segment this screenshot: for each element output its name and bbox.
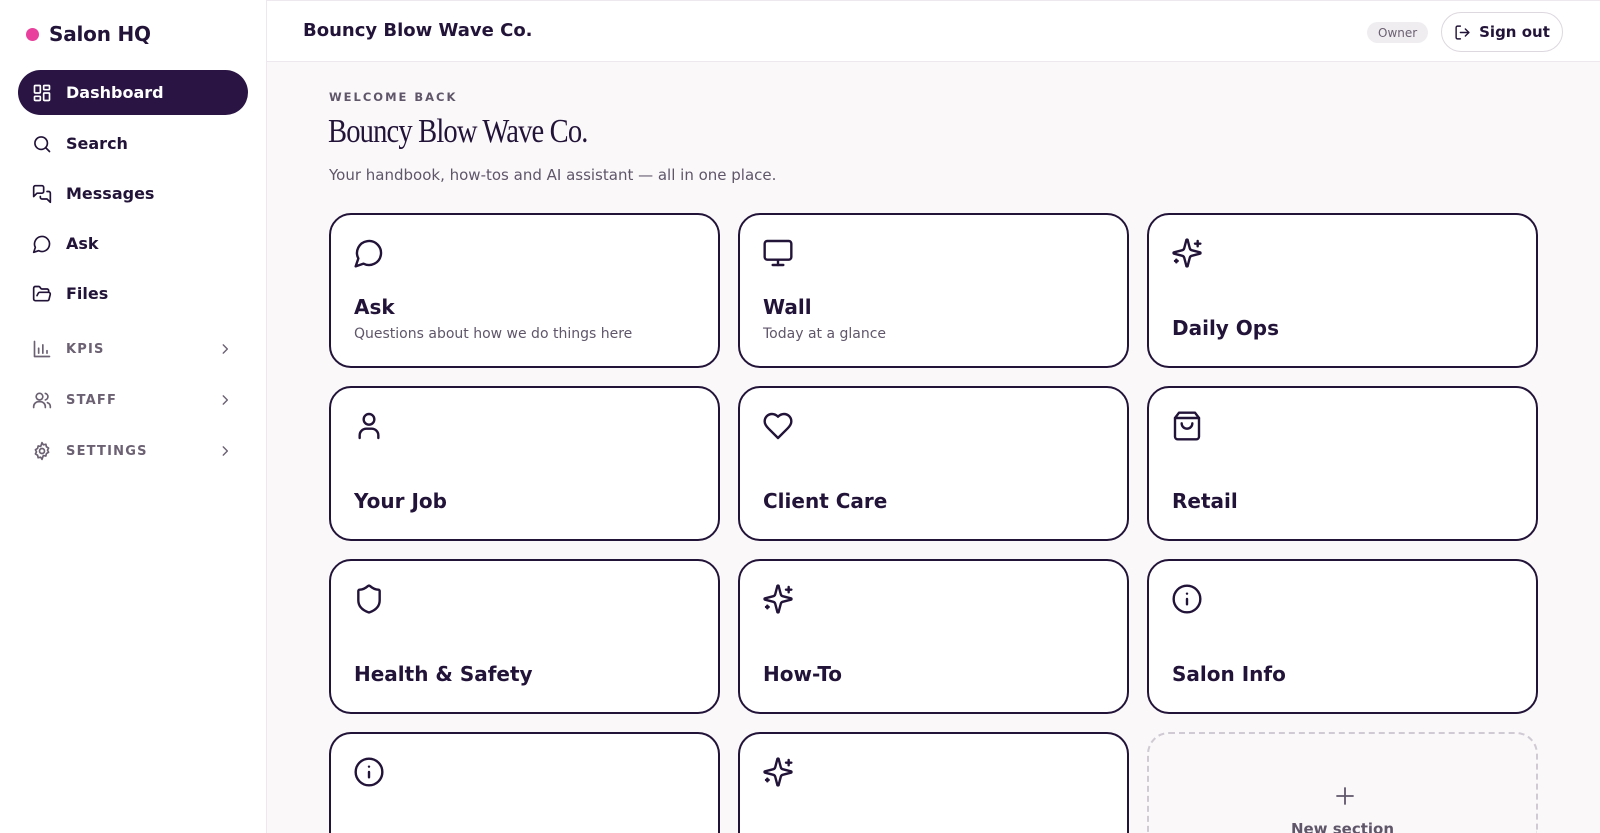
card-title: Health & Safety [354,662,533,686]
sign-out-button[interactable]: Sign out [1441,12,1563,52]
sidebar-item-files[interactable]: Files [18,271,248,316]
sign-out-label: Sign out [1479,23,1550,41]
chat-bubble-icon [354,239,383,268]
info-icon [354,757,384,787]
chevron-right-icon [222,395,229,405]
folder-open-icon [32,285,52,301]
card-info[interactable] [329,732,720,833]
sidebar-item-search[interactable]: Search [18,121,248,166]
page-subtitle: Your handbook, how-tos and AI assistant … [329,166,777,184]
card-subtitle: Questions about how we do things here [354,326,633,342]
new-section-label: New section [1290,820,1395,833]
bar-chart-icon [33,340,51,358]
new-section-button[interactable]: New section [1147,732,1538,833]
user-icon [358,412,380,440]
chat-bubble-icon [32,235,51,253]
sidebar-item-label: Messages [66,184,155,203]
info-icon [1172,584,1202,614]
card-your-job[interactable]: Your Job [329,386,720,541]
heart-icon [763,412,793,440]
sign-out-icon [1455,24,1470,40]
card-sparkles[interactable] [738,732,1129,833]
sparkles-icon [1172,238,1202,268]
card-salon-info[interactable]: Salon Info [1147,559,1538,714]
card-daily-ops[interactable]: Daily Ops [1147,213,1538,368]
card-subtitle: Today at a glance [763,326,887,342]
sparkles-icon [763,757,793,787]
card-how-to[interactable]: How-To [738,559,1129,714]
brand-dot-icon [26,27,39,41]
plus-icon [1336,787,1354,805]
monitor-icon [763,239,793,267]
card-retail[interactable]: Retail [1147,386,1538,541]
card-client-care[interactable]: Client Care [738,386,1129,541]
users-icon [32,392,52,409]
shield-icon [357,584,381,614]
role-badge: Owner [1367,22,1429,43]
sidebar-group-label: STAFF [66,392,118,408]
card-title: How-To [763,662,843,686]
dashboard-grid-icon [33,84,51,101]
sidebar-group-label: SETTINGS [66,443,148,459]
brand[interactable]: Salon HQ [26,22,151,46]
sidebar-group-kpis[interactable]: KPIS [18,329,248,369]
card-health-safety[interactable]: Health & Safety [329,559,720,714]
sidebar-item-messages[interactable]: Messages [18,171,248,216]
sparkles-icon [763,584,793,614]
brand-name: Salon HQ [49,22,151,46]
card-ask[interactable]: Ask Questions about how we do things her… [329,213,720,368]
sidebar-item-ask[interactable]: Ask [18,221,248,266]
sidebar-group-staff[interactable]: STAFF [18,380,248,420]
card-title: Client Care [763,489,888,513]
shopping-bag-icon [1173,411,1201,441]
chevron-right-icon [222,446,229,456]
sidebar: Salon HQ Dashboard Search Messages Ask F… [0,0,267,833]
card-title: Daily Ops [1172,316,1280,340]
search-icon [34,135,51,152]
workspace-title: Bouncy Blow Wave Co. [303,20,533,41]
sidebar-item-dashboard[interactable]: Dashboard [18,70,248,115]
card-title: Your Job [354,489,447,513]
welcome-kicker: WELCOME BACK [329,90,458,104]
sidebar-item-label: Search [66,134,128,153]
card-title: Salon Info [1172,662,1286,686]
card-title: Wall [763,295,812,319]
chevron-right-icon [222,344,229,354]
sidebar-group-settings[interactable]: SETTINGS [18,431,248,471]
sidebar-group-label: KPIS [66,341,105,357]
card-title: Retail [1172,489,1238,513]
top-bar: Bouncy Blow Wave Co. Owner Sign out [267,0,1600,62]
gear-icon [34,441,50,461]
messages-icon [32,184,52,203]
card-wall[interactable]: Wall Today at a glance [738,213,1129,368]
page-title: Bouncy Blow Wave Co. [328,113,588,150]
sidebar-item-label: Files [66,284,109,303]
sidebar-item-label: Dashboard [66,83,164,102]
card-title: Ask [354,295,395,319]
sidebar-item-label: Ask [66,234,99,253]
